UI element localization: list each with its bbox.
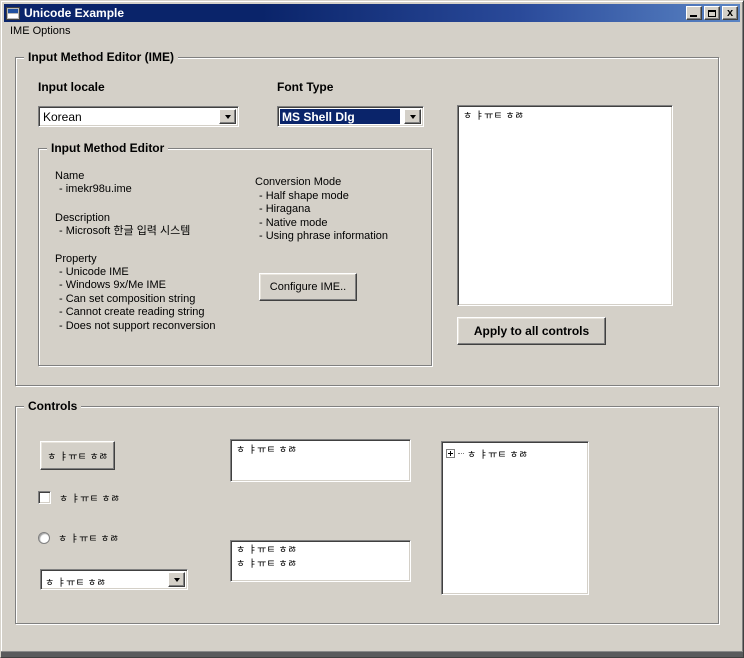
chevron-down-icon	[174, 578, 180, 582]
menubar: IME Options	[4, 22, 740, 40]
description-label: Description	[55, 212, 110, 225]
sample-button[interactable]: ㅎ ㅑㅠㅌ ㅎㅀ	[40, 441, 115, 470]
font-type-dropdown-button[interactable]	[404, 109, 421, 124]
window: Unicode Example x IME Options Input Meth…	[0, 0, 744, 658]
radio-icon[interactable]	[38, 532, 50, 544]
checkbox-label: ㅎ ㅑㅠㅌ ㅎㅀ	[59, 490, 120, 505]
conversion-item: - Native mode	[259, 217, 327, 230]
font-type-combobox[interactable]: MS Shell Dlg	[277, 106, 424, 127]
conversion-item: - Half shape mode	[259, 190, 349, 203]
minimize-icon	[690, 15, 697, 17]
sample-edit-single[interactable]: ㅎ ㅑㅠㅌ ㅎㅀ	[230, 439, 411, 482]
window-titlebar: Unicode Example x	[4, 4, 740, 22]
tree-item[interactable]: ㅎ ㅑㅠㅌ ㅎㅀ	[442, 442, 588, 461]
ime-editor-group: Input Method Editor Name - imekr98u.ime …	[38, 148, 432, 366]
edit-multi-line: ㅎ ㅑㅠㅌ ㅎㅀ	[231, 541, 410, 558]
sample-radio[interactable]: ㅎ ㅑㅠㅌ ㅎㅀ	[38, 530, 119, 545]
ime-group-title: Input Method Editor (IME)	[24, 50, 178, 64]
input-locale-value: Korean	[39, 107, 217, 126]
sample-checkbox[interactable]: ㅎ ㅑㅠㅌ ㅎㅀ	[38, 490, 120, 505]
ime-editor-group-title: Input Method Editor	[47, 141, 168, 155]
tree-expand-plus-icon[interactable]	[446, 449, 455, 458]
property-item: - Does not support reconversion	[59, 320, 216, 333]
tree-item-label: ㅎ ㅑㅠㅌ ㅎㅀ	[467, 446, 528, 461]
window-title: Unicode Example	[24, 6, 686, 20]
font-type-label: Font Type	[277, 80, 333, 94]
chevron-down-icon	[225, 115, 231, 119]
maximize-button[interactable]	[704, 6, 720, 20]
maximize-icon	[708, 10, 716, 17]
conversion-mode-label: Conversion Mode	[255, 176, 341, 189]
ime-preview-textarea[interactable]: ㅎ ㅑㅠㅌ ㅎㅀ	[457, 105, 673, 306]
apply-all-button[interactable]: Apply to all controls	[457, 317, 606, 345]
window-bottom-border	[1, 651, 743, 657]
sample-combobox-value: ㅎ ㅑㅠㅌ ㅎㅀ	[41, 570, 166, 589]
sample-combobox[interactable]: ㅎ ㅑㅠㅌ ㅎㅀ	[40, 569, 188, 590]
controls-group-title: Controls	[24, 399, 81, 413]
controls-group: Controls ㅎ ㅑㅠㅌ ㅎㅀ ㅎ ㅑㅠㅌ ㅎㅀ ㅎ ㅑㅠㅌ ㅎㅀ ㅎ ㅑㅠ…	[15, 406, 719, 624]
property-item: - Unicode IME	[59, 266, 129, 279]
sample-treeview[interactable]: ㅎ ㅑㅠㅌ ㅎㅀ	[441, 441, 589, 595]
property-item: - Cannot create reading string	[59, 306, 205, 319]
sample-edit-single-text: ㅎ ㅑㅠㅌ ㅎㅀ	[231, 440, 410, 458]
property-item: - Windows 9x/Me IME	[59, 279, 166, 292]
menu-item-ime-options[interactable]: IME Options	[4, 23, 77, 39]
conversion-item: - Hiragana	[259, 203, 310, 216]
minimize-button[interactable]	[686, 6, 702, 20]
edit-multi-line: ㅎ ㅑㅠㅌ ㅎㅀ	[231, 558, 410, 572]
conversion-item: - Using phrase information	[259, 230, 388, 243]
input-locale-label: Input locale	[38, 80, 105, 94]
name-value: - imekr98u.ime	[59, 183, 132, 196]
close-icon: x	[727, 8, 733, 18]
ime-preview-text: ㅎ ㅑㅠㅌ ㅎㅀ	[458, 106, 672, 124]
tree-connector	[458, 453, 464, 454]
app-icon	[6, 7, 20, 20]
configure-ime-button[interactable]: Configure IME..	[259, 273, 357, 301]
checkbox-icon[interactable]	[38, 491, 51, 504]
sample-edit-multi[interactable]: ㅎ ㅑㅠㅌ ㅎㅀ ㅎ ㅑㅠㅌ ㅎㅀ	[230, 540, 411, 582]
font-type-value: MS Shell Dlg	[280, 109, 400, 124]
chevron-down-icon	[410, 115, 416, 119]
close-button[interactable]: x	[722, 6, 738, 20]
ime-group: Input Method Editor (IME) Input locale K…	[15, 57, 719, 386]
input-locale-dropdown-button[interactable]	[219, 109, 236, 124]
window-controls: x	[686, 6, 738, 20]
input-locale-combobox[interactable]: Korean	[38, 106, 239, 127]
property-item: - Can set composition string	[59, 293, 195, 306]
name-label: Name	[55, 170, 84, 183]
property-label: Property	[55, 253, 97, 266]
radio-label: ㅎ ㅑㅠㅌ ㅎㅀ	[58, 530, 119, 545]
description-value: - Microsoft 한글 입력 시스템	[59, 225, 190, 238]
sample-combobox-dropdown-button[interactable]	[168, 572, 185, 587]
